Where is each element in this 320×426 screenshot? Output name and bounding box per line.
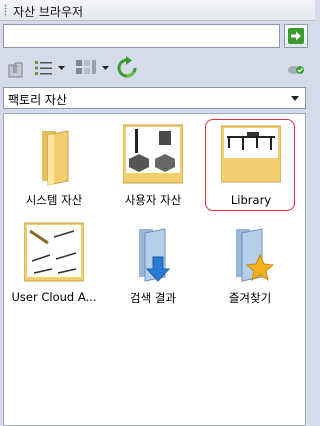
tile-view-button[interactable] <box>74 56 114 80</box>
asset-item-user[interactable]: 사용자 자산 <box>108 119 198 211</box>
panel-titlebar: 자산 브라우저 <box>0 0 315 21</box>
asset-item-system[interactable]: 시스템 자산 <box>9 119 99 211</box>
folder-search-results-icon <box>139 228 171 282</box>
asset-item-search-results[interactable]: 검색 결과 <box>108 217 198 309</box>
asset-item-library[interactable]: Library <box>205 119 295 211</box>
asset-source-select[interactable]: 팩토리 자산 <box>3 87 306 109</box>
folder-cloud-icon <box>24 222 84 282</box>
asset-item-label: 검색 결과 <box>130 291 176 305</box>
asset-item-user-cloud[interactable]: User Cloud A... <box>9 217 99 309</box>
asset-source-value: 팩토리 자산 <box>8 93 68 107</box>
asset-item-label: Library <box>230 193 272 207</box>
folder-favorites-icon <box>236 228 275 282</box>
asset-item-favorites[interactable]: 즐겨찾기 <box>205 217 295 309</box>
list-view-icon <box>35 61 65 75</box>
asset-grid: 시스템 자산 사용자 자산 Library User Cloud A... 검색… <box>3 113 306 426</box>
refresh-icon <box>117 56 137 78</box>
chevron-down-icon <box>291 96 299 101</box>
toolbar <box>0 52 315 84</box>
folder-up-icon <box>8 62 23 78</box>
cloud-check-icon <box>288 66 304 74</box>
go-button[interactable] <box>284 24 308 48</box>
panel-scrollbar[interactable] <box>309 21 315 426</box>
asset-item-label: 사용자 자산 <box>124 193 182 207</box>
search-input[interactable] <box>3 24 280 48</box>
go-arrow-icon <box>288 28 304 44</box>
panel-title: 자산 브라우저 <box>13 5 84 19</box>
refresh-button[interactable] <box>116 56 138 80</box>
asset-item-label: User Cloud A... <box>11 290 97 304</box>
cloud-status[interactable] <box>286 56 306 80</box>
folder-icon <box>42 130 69 186</box>
asset-item-label: 시스템 자산 <box>25 193 83 207</box>
folder-up-button[interactable] <box>6 56 26 80</box>
asset-item-label: 즐겨찾기 <box>228 291 272 305</box>
tile-view-icon <box>76 60 109 74</box>
grip-handle[interactable] <box>4 4 7 17</box>
folder-library-icon <box>221 125 281 183</box>
list-view-button[interactable] <box>32 56 70 80</box>
folder-shapes-icon <box>123 124 183 184</box>
